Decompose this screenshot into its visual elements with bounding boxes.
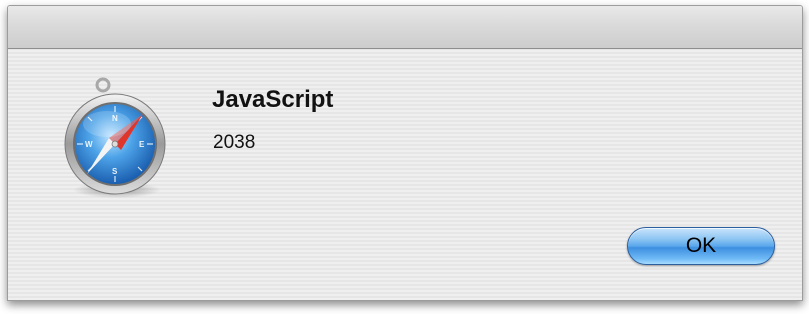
alert-title: JavaScript [212, 86, 334, 113]
safari-compass-icon: N S W E [59, 76, 171, 200]
dialog-titlebar [8, 6, 802, 49]
svg-text:S: S [112, 167, 118, 176]
ok-button-label: OK [685, 234, 717, 257]
svg-text:W: W [85, 140, 93, 149]
ok-button[interactable]: OK [627, 227, 775, 265]
svg-text:E: E [139, 140, 145, 149]
alert-message: 2038 [213, 132, 256, 153]
alert-dialog: N S W E JavaScript 2038 OK [7, 5, 803, 301]
